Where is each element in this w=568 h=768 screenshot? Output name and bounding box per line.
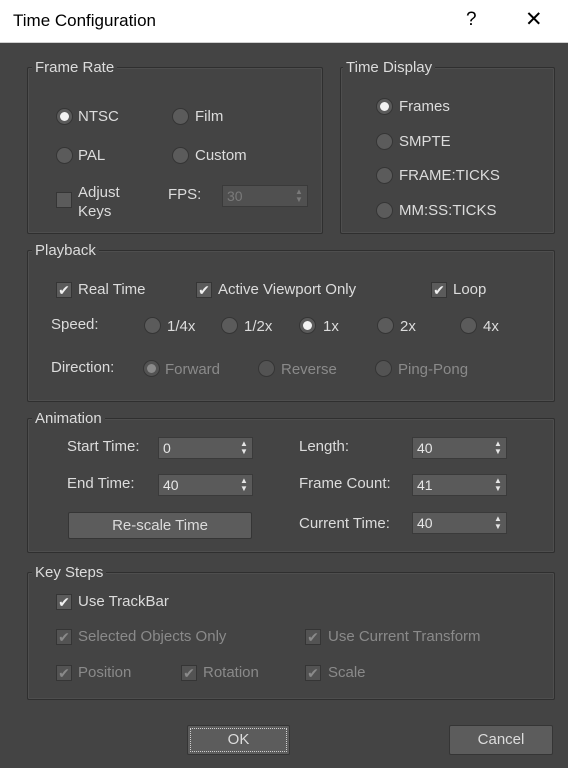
ok-button[interactable]: OK [187,725,290,755]
real-time-label: Real Time [78,281,146,298]
loop-label: Loop [453,281,487,298]
adjust-keys-label-1: Adjust [78,184,120,201]
rescale-time-button[interactable]: Re-scale Time [68,512,252,539]
spinner-arrows-icon: ▲ ▼ [494,439,502,456]
speed-1x-radio[interactable] [299,317,316,334]
speed-half-label: 1/2x [244,318,273,335]
rotation-checkbox[interactable]: ✔ [181,665,197,681]
smpte-label: SMPTE [399,133,451,150]
cancel-button[interactable]: Cancel [449,725,553,755]
ping-pong-label: Ping-Pong [398,361,469,378]
forward-label: Forward [165,361,221,378]
scale-label: Scale [328,664,366,681]
mm-ss-ticks-label: MM:SS:TICKS [399,202,497,219]
frames-radio[interactable] [376,98,393,115]
speed-1x-label: 1x [323,318,339,335]
key-steps-legend: Key Steps [32,564,107,581]
selected-objects-only-label: Selected Objects Only [78,628,227,645]
active-viewport-only-label: Active Viewport Only [218,281,357,298]
use-trackbar-checkbox[interactable]: ✔ [56,594,72,610]
position-checkbox[interactable]: ✔ [56,665,72,681]
pal-radio[interactable] [56,147,73,164]
current-time-label: Current Time: [299,515,390,532]
speed-half-radio[interactable] [221,317,238,334]
film-radio[interactable] [172,108,189,125]
playback-legend: Playback [32,242,99,259]
ping-pong-radio[interactable] [375,360,392,377]
adjust-keys-label-2: Keys [78,203,112,220]
start-time-label: Start Time: [67,438,140,455]
animation-legend: Animation [32,410,105,427]
speed-4x-radio[interactable] [460,317,477,334]
frame-ticks-radio[interactable] [376,167,393,184]
frame-rate-legend: Frame Rate [32,59,118,76]
frame-count-spinner[interactable]: 41 ▲ ▼ [412,474,507,496]
speed-2x-radio[interactable] [377,317,394,334]
ntsc-label: NTSC [78,108,119,125]
active-viewport-only-checkbox[interactable]: ✔ [196,282,212,298]
spinner-arrows-icon: ▲ ▼ [295,187,303,204]
length-label: Length: [299,438,350,455]
reverse-label: Reverse [281,361,337,378]
help-icon[interactable]: ? [466,9,477,31]
use-current-transform-checkbox[interactable]: ✔ [305,629,321,645]
position-label: Position [78,664,132,681]
frame-count-value: 41 [417,477,433,493]
close-icon[interactable]: ✕ [525,7,543,32]
speed-4x-label: 4x [483,318,499,335]
fps-label: FPS: [168,186,202,203]
film-label: Film [195,108,224,125]
ntsc-radio[interactable] [56,108,73,125]
frames-label: Frames [399,98,450,115]
start-time-value: 0 [163,440,171,456]
pal-label: PAL [78,147,106,164]
end-time-spinner[interactable]: 40 ▲ ▼ [158,474,253,496]
spinner-arrows-icon: ▲ ▼ [240,439,248,456]
spinner-arrows-icon: ▲ ▼ [494,476,502,493]
rotation-label: Rotation [203,664,259,681]
reverse-radio[interactable] [258,360,275,377]
custom-label: Custom [195,147,247,164]
end-time-label: End Time: [67,475,135,492]
window-title: Time Configuration [13,11,156,30]
frame-count-label: Frame Count: [299,475,391,492]
custom-radio[interactable] [172,147,189,164]
fps-spinner[interactable]: 30 ▲ ▼ [222,185,308,207]
adjust-keys-checkbox[interactable] [56,192,72,208]
mm-ss-ticks-radio[interactable] [376,202,393,219]
fps-value: 30 [227,188,243,204]
forward-radio[interactable] [143,360,160,377]
loop-checkbox[interactable]: ✔ [431,282,447,298]
length-value: 40 [417,440,433,456]
start-time-spinner[interactable]: 0 ▲ ▼ [158,437,253,459]
direction-label: Direction: [51,359,115,376]
frame-ticks-label: FRAME:TICKS [399,167,500,184]
current-time-spinner[interactable]: 40 ▲ ▼ [412,512,507,534]
use-trackbar-label: Use TrackBar [78,593,169,610]
speed-label: Speed: [51,316,99,333]
end-time-value: 40 [163,477,179,493]
speed-quarter-label: 1/4x [167,318,196,335]
spinner-arrows-icon: ▲ ▼ [494,514,502,531]
real-time-checkbox[interactable]: ✔ [56,282,72,298]
speed-quarter-radio[interactable] [144,317,161,334]
time-display-legend: Time Display [343,59,436,76]
scale-checkbox[interactable]: ✔ [305,665,321,681]
spinner-arrows-icon: ▲ ▼ [240,476,248,493]
use-current-transform-label: Use Current Transform [328,628,481,645]
length-spinner[interactable]: 40 ▲ ▼ [412,437,507,459]
speed-2x-label: 2x [400,318,416,335]
selected-objects-only-checkbox[interactable]: ✔ [56,629,72,645]
title-bar: Time Configuration ? ✕ [0,0,568,43]
smpte-radio[interactable] [376,133,393,150]
current-time-value: 40 [417,515,433,531]
